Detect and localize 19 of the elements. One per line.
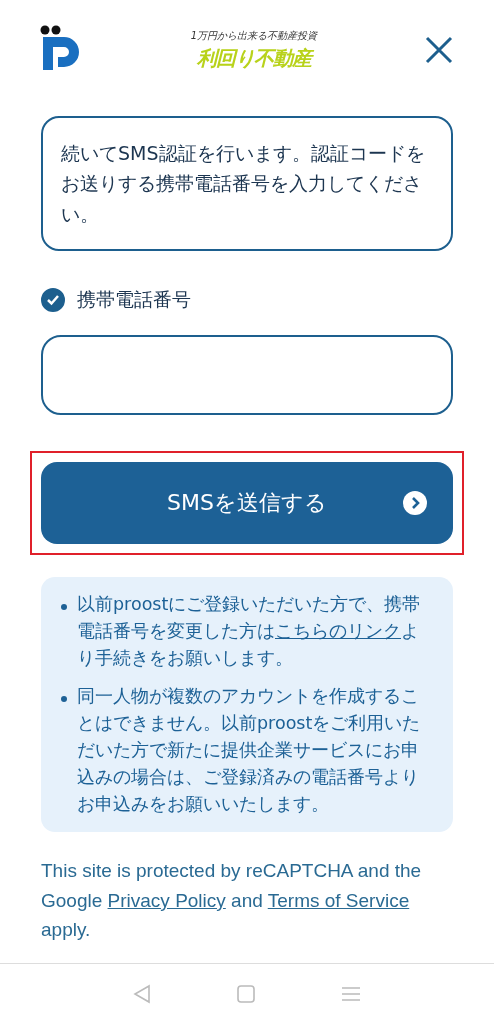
instruction-message: 続いてSMS認証を行います。認証コードをお送りする携帯電話番号を入力してください。 [41, 116, 453, 252]
notice-text: 同一人物が複数のアカウントを作成することはできません。以前proostをご利用いただいた方で新たに提供企業サービスにお申込みの場合は、ご登録済みの電話番号よりお申込みをお願いいたします。 [77, 684, 422, 817]
close-button[interactable] [424, 35, 454, 65]
back-icon[interactable] [133, 984, 151, 1004]
notice-text: 以前proostにご登録いただいた方で、携帯電話番号を変更した方はこちらのリンク より手続きをお願いします。 [77, 593, 422, 671]
bullet-icon [61, 604, 67, 611]
bullet-icon [61, 695, 67, 702]
home-icon[interactable] [237, 985, 255, 1003]
menu-icon[interactable] [341, 986, 361, 1002]
link[interactable]: こちらのリンク [275, 621, 401, 642]
close-icon [424, 35, 454, 65]
terms-link[interactable]: Terms of Service [267, 889, 410, 911]
send-sms-button[interactable]: SMSを送信する [41, 462, 453, 545]
recaptcha-notice: This site is protected by reCAPTCHA and the Google Privacy Policy and Terms of Service apply. [41, 859, 423, 943]
phone-input[interactable] [41, 335, 453, 416]
chevron-right-icon [403, 491, 427, 516]
phone-label: 携帯電話番号 [77, 287, 191, 313]
brand-tagline: 1万円から出来る不動産投資 [190, 28, 318, 43]
privacy-policy-link[interactable]: Privacy Policy [107, 889, 226, 911]
